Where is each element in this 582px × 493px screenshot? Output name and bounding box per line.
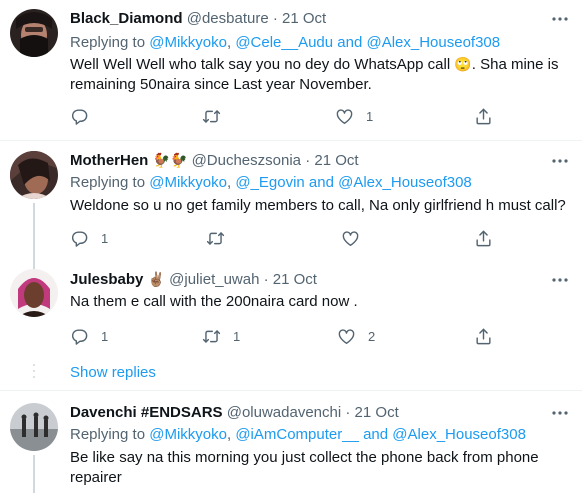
mention-link[interactable]: and @Alex_Houseof308 bbox=[337, 34, 500, 51]
comma: , bbox=[226, 34, 232, 51]
reply-button[interactable] bbox=[70, 104, 101, 128]
reply-count: 1 bbox=[101, 230, 109, 246]
tweet-actions: 1 1 2 bbox=[60, 324, 500, 348]
avatar-image bbox=[10, 9, 58, 57]
avatar-image bbox=[10, 403, 58, 451]
timestamp[interactable]: 21 Oct bbox=[273, 271, 317, 288]
mention-link[interactable]: and @Alex_Houseof308 bbox=[309, 174, 472, 191]
handle[interactable]: @juliet_uwah bbox=[169, 271, 259, 288]
tweet-actions: 1 bbox=[60, 104, 500, 128]
share-button[interactable] bbox=[474, 324, 493, 348]
mention-link[interactable]: @Mikkyoko bbox=[149, 34, 227, 51]
reply-icon bbox=[70, 327, 89, 346]
reply-icon bbox=[70, 229, 89, 248]
avatar-image bbox=[10, 269, 58, 317]
avatar[interactable] bbox=[10, 403, 58, 451]
separator: · bbox=[345, 404, 351, 421]
more-icon[interactable] bbox=[550, 272, 570, 288]
like-count: 2 bbox=[368, 328, 376, 344]
like-icon bbox=[337, 327, 356, 346]
comma: , bbox=[226, 426, 232, 443]
tweet[interactable]: MotherHen 🐓🐓 @Ducheszsonia · 21 Oct Repl… bbox=[0, 141, 582, 257]
share-icon bbox=[474, 107, 493, 126]
like-count: 1 bbox=[366, 108, 374, 124]
reply-button[interactable]: 1 bbox=[70, 226, 108, 250]
tweet[interactable]: Black_Diamond @desbature · 21 Oct Replyi… bbox=[0, 0, 582, 140]
display-name[interactable]: Julesbaby bbox=[70, 271, 143, 288]
timestamp[interactable]: 21 Oct bbox=[355, 404, 399, 421]
tweet-text: Weldone so u no get family members to ca… bbox=[70, 197, 566, 214]
tweet-text-part: Well Well Well who talk say you no dey d… bbox=[70, 56, 451, 73]
retweet-icon bbox=[202, 107, 221, 126]
like-icon bbox=[341, 229, 360, 248]
timestamp[interactable]: 21 Oct bbox=[282, 10, 326, 27]
mention-link[interactable]: @_Egovin bbox=[235, 174, 304, 191]
avatar[interactable] bbox=[10, 269, 58, 317]
show-replies-link[interactable]: Show replies bbox=[70, 363, 156, 383]
display-name[interactable]: Davenchi #ENDSARS bbox=[70, 404, 223, 421]
share-button[interactable] bbox=[474, 104, 493, 128]
share-icon bbox=[474, 229, 493, 248]
tweet[interactable]: Julesbaby ✌🏽 @juliet_uwah · 21 Oct Na th… bbox=[0, 257, 582, 355]
like-button[interactable]: 1 bbox=[335, 104, 373, 128]
avatar[interactable] bbox=[10, 151, 58, 199]
tweet-header: MotherHen 🐓🐓 @Ducheszsonia · 21 Oct bbox=[70, 151, 359, 171]
like-button[interactable] bbox=[341, 226, 372, 250]
mention-link[interactable]: @Mikkyoko bbox=[149, 174, 227, 191]
thread-dots bbox=[31, 364, 37, 382]
timestamp[interactable]: 21 Oct bbox=[314, 152, 358, 169]
retweet-icon bbox=[206, 229, 225, 248]
thread-line bbox=[33, 257, 35, 269]
display-name[interactable]: Black_Diamond bbox=[70, 10, 183, 27]
mention-link[interactable]: @Cele__Audu bbox=[235, 34, 333, 51]
handle[interactable]: @Ducheszsonia bbox=[192, 152, 301, 169]
victory-hand-emoji: ✌🏽 bbox=[147, 272, 165, 288]
rooster-emoji: 🐓🐓 bbox=[152, 153, 188, 169]
like-button[interactable]: 2 bbox=[337, 324, 375, 348]
reply-button[interactable]: 1 bbox=[70, 324, 108, 348]
face-rolling-eyes-emoji: 🙄 bbox=[454, 57, 472, 73]
replying-to: Replying to @Mikkyoko, @_Egovin and @Ale… bbox=[70, 173, 472, 193]
like-icon bbox=[335, 107, 354, 126]
comma: , bbox=[226, 174, 232, 191]
more-icon[interactable] bbox=[550, 11, 570, 27]
tweet-text: Na them e call with the 200naira card no… bbox=[70, 293, 358, 310]
tweet-text: Be like say na this morning you just col… bbox=[70, 449, 539, 486]
tweet-text: Well Well Well who talk say you no dey d… bbox=[70, 55, 570, 95]
reply-count: 1 bbox=[101, 328, 109, 344]
avatar-image bbox=[10, 151, 58, 199]
avatar[interactable] bbox=[10, 9, 58, 57]
handle[interactable]: @desbature bbox=[187, 10, 269, 27]
share-icon bbox=[474, 327, 493, 346]
tweet-header: Davenchi #ENDSARS @oluwadavenchi · 21 Oc… bbox=[70, 403, 399, 423]
retweet-icon bbox=[202, 327, 221, 346]
replying-to-label: Replying to bbox=[70, 174, 146, 191]
reply-icon bbox=[70, 107, 89, 126]
handle[interactable]: @oluwadavenchi bbox=[227, 404, 341, 421]
more-icon[interactable] bbox=[550, 153, 570, 169]
tweet[interactable]: Davenchi #ENDSARS @oluwadavenchi · 21 Oc… bbox=[0, 391, 582, 493]
replying-to-label: Replying to bbox=[70, 34, 146, 51]
replying-to-label: Replying to bbox=[70, 426, 146, 443]
thread-line bbox=[33, 455, 35, 493]
display-name[interactable]: MotherHen bbox=[70, 152, 148, 169]
tweet-actions: 1 bbox=[60, 226, 500, 250]
mention-link[interactable]: @iAmComputer__ bbox=[235, 426, 359, 443]
replying-to: Replying to @Mikkyoko, @Cele__Audu and @… bbox=[70, 33, 500, 53]
retweet-button[interactable] bbox=[202, 104, 233, 128]
retweet-button[interactable] bbox=[206, 226, 237, 250]
more-icon[interactable] bbox=[550, 405, 570, 421]
separator: · bbox=[263, 271, 269, 288]
share-button[interactable] bbox=[474, 226, 493, 250]
separator: · bbox=[272, 10, 278, 27]
replying-to: Replying to @Mikkyoko, @iAmComputer__ an… bbox=[70, 425, 526, 445]
retweet-count: 1 bbox=[233, 328, 241, 344]
separator: · bbox=[305, 152, 311, 169]
tweet-header: Julesbaby ✌🏽 @juliet_uwah · 21 Oct bbox=[70, 270, 317, 290]
retweet-button[interactable]: 1 bbox=[202, 324, 240, 348]
thread-line bbox=[33, 203, 35, 257]
mention-link[interactable]: @Mikkyoko bbox=[149, 426, 227, 443]
mention-link[interactable]: and @Alex_Houseof308 bbox=[363, 426, 526, 443]
tweet-header: Black_Diamond @desbature · 21 Oct bbox=[70, 9, 326, 29]
